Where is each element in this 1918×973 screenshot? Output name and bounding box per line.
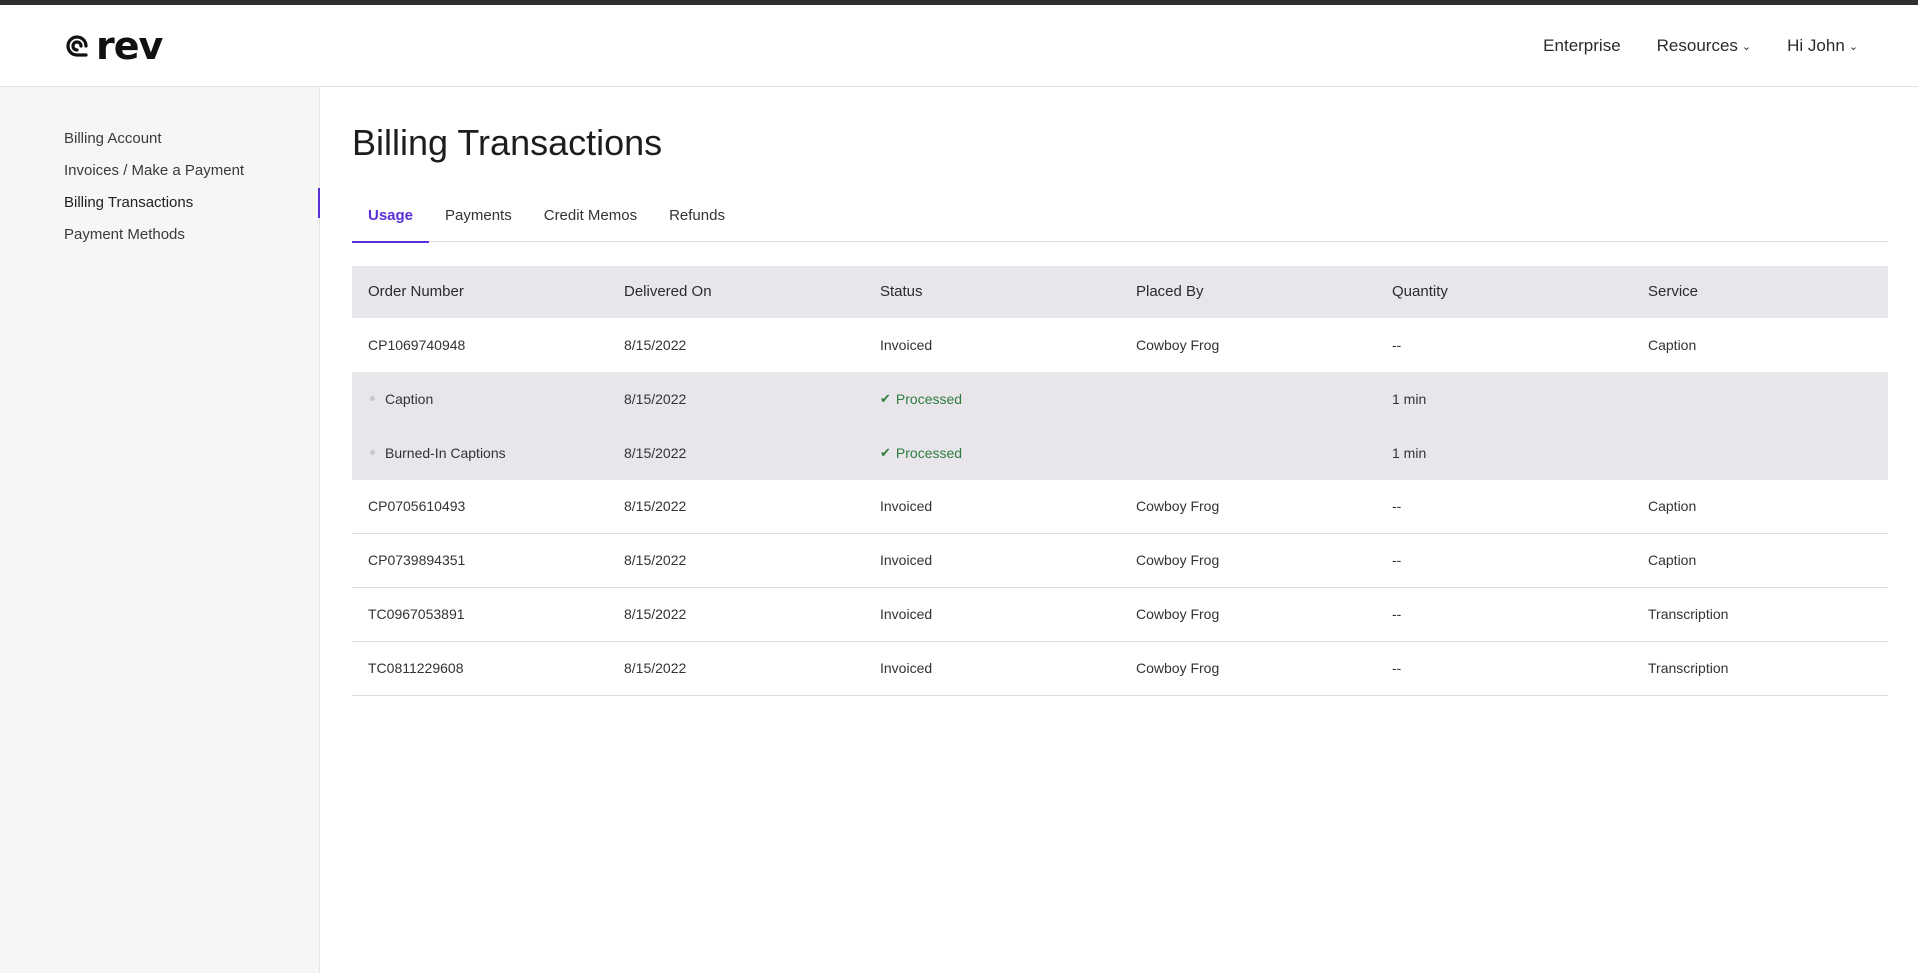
column-header-placed-by[interactable]: Placed By [1120, 283, 1376, 300]
column-header-status[interactable]: Status [864, 283, 1120, 300]
status: Invoiced [880, 606, 933, 623]
line-item-label: Caption [385, 390, 434, 407]
site-header: rev Enterprise Resources ⌄ Hi John ⌄ [0, 5, 1918, 87]
table-header: Order Number Delivered On Status Placed … [352, 265, 1888, 318]
service: Caption [1648, 336, 1697, 353]
line-item-row: Burned-In Captions 8/15/2022 ✔ Processed… [352, 426, 1888, 480]
quantity: -- [1392, 552, 1402, 569]
order-number: CP0705610493 [368, 498, 466, 515]
tab-credit-memos[interactable]: Credit Memos [528, 197, 653, 242]
rev-logo-icon [66, 34, 88, 57]
table-row[interactable]: CP0705610493 8/15/2022 Invoiced Cowboy F… [352, 480, 1888, 534]
page-title: Billing Transactions [352, 122, 663, 163]
status: Invoiced [880, 552, 933, 569]
table-row[interactable]: CP0739894351 8/15/2022 Invoiced Cowboy F… [352, 534, 1888, 588]
sidebar-item-billing-transactions[interactable]: Billing Transactions [0, 187, 320, 219]
top-nav: Enterprise Resources ⌄ Hi John ⌄ [1543, 36, 1858, 56]
line-item-label: Burned-In Captions [385, 444, 506, 461]
page-layout: Billing Account Invoices / Make a Paymen… [0, 87, 1918, 973]
checkmark-icon: ✔ [880, 444, 891, 460]
order-number: CP1069740948 [368, 336, 466, 353]
table-row[interactable]: CP1069740948 8/15/2022 Invoiced Cowboy F… [352, 318, 1888, 372]
column-header-order-number[interactable]: Order Number [352, 283, 608, 300]
tab-refunds[interactable]: Refunds [653, 197, 741, 242]
chevron-down-icon: ⌄ [1741, 41, 1752, 53]
status: Invoiced [880, 498, 933, 515]
order-number: TC0967053891 [368, 606, 465, 623]
bullet-icon [370, 396, 375, 402]
order-line-items: Caption 8/15/2022 ✔ Processed 1 min Burn… [352, 371, 1888, 480]
nav-user-label: Hi John [1787, 35, 1845, 55]
nav-user-menu[interactable]: Hi John ⌄ [1787, 36, 1858, 56]
placed-by: Cowboy Frog [1136, 552, 1220, 569]
service: Transcription [1648, 660, 1729, 677]
quantity: -- [1392, 660, 1402, 677]
placed-by: Cowboy Frog [1136, 336, 1220, 353]
quantity: -- [1392, 498, 1402, 515]
nav-enterprise[interactable]: Enterprise [1543, 36, 1620, 56]
bullet-icon [370, 450, 375, 456]
status-processed: ✔ Processed [864, 445, 1120, 461]
placed-by: Cowboy Frog [1136, 606, 1220, 623]
tab-usage[interactable]: Usage [352, 197, 430, 243]
line-item-row: Caption 8/15/2022 ✔ Processed 1 min [352, 372, 1888, 426]
column-header-delivered-on[interactable]: Delivered On [608, 283, 864, 300]
tab-payments[interactable]: Payments [429, 197, 528, 242]
delivered-on: 8/15/2022 [624, 336, 687, 353]
table-row[interactable]: TC0967053891 8/15/2022 Invoiced Cowboy F… [352, 588, 1888, 642]
service: Transcription [1648, 606, 1729, 623]
order-number: TC0811229608 [368, 660, 464, 677]
nav-resources-label: Resources [1656, 35, 1738, 55]
table-row[interactable]: TC0811229608 8/15/2022 Invoiced Cowboy F… [352, 642, 1888, 696]
placed-by: Cowboy Frog [1136, 660, 1220, 677]
delivered-on: 8/15/2022 [624, 390, 687, 407]
line-item-name: Caption [352, 391, 608, 407]
quantity: -- [1392, 606, 1402, 623]
nav-resources-dropdown[interactable]: Resources ⌄ [1657, 36, 1751, 56]
status-label: Processed [895, 390, 963, 407]
column-header-quantity[interactable]: Quantity [1376, 283, 1632, 300]
quantity: 1 min [1392, 390, 1427, 407]
column-header-service[interactable]: Service [1632, 283, 1888, 300]
service: Caption [1648, 498, 1697, 515]
status-label: Processed [895, 444, 963, 461]
logo-text: rev [96, 23, 163, 68]
delivered-on: 8/15/2022 [624, 660, 687, 677]
sidebar-item-invoices[interactable]: Invoices / Make a Payment [0, 155, 319, 187]
service: Caption [1648, 552, 1697, 569]
delivered-on: 8/15/2022 [624, 498, 687, 515]
chevron-down-icon: ⌄ [1848, 41, 1858, 53]
nav-enterprise-label: Enterprise [1543, 35, 1621, 55]
delivered-on: 8/15/2022 [624, 552, 687, 569]
line-item-name: Burned-In Captions [352, 445, 608, 461]
status: Invoiced [880, 336, 933, 353]
quantity: -- [1392, 336, 1402, 353]
tab-bar: Usage Payments Credit Memos Refunds [352, 197, 1888, 243]
delivered-on: 8/15/2022 [624, 444, 687, 461]
order-number: CP0739894351 [368, 552, 466, 569]
status-processed: ✔ Processed [864, 391, 1120, 407]
quantity: 1 min [1392, 444, 1427, 461]
sidebar-item-payment-methods[interactable]: Payment Methods [0, 219, 319, 251]
sidebar-item-billing-account[interactable]: Billing Account [0, 123, 319, 155]
delivered-on: 8/15/2022 [624, 606, 687, 623]
main-content: Billing Transactions Usage Payments Cred… [320, 87, 1918, 973]
sidebar: Billing Account Invoices / Make a Paymen… [0, 87, 320, 973]
rev-logo[interactable]: rev [64, 23, 163, 68]
status: Invoiced [880, 660, 933, 677]
placed-by: Cowboy Frog [1136, 498, 1220, 515]
transactions-table: Order Number Delivered On Status Placed … [352, 265, 1888, 696]
checkmark-icon: ✔ [880, 390, 891, 406]
